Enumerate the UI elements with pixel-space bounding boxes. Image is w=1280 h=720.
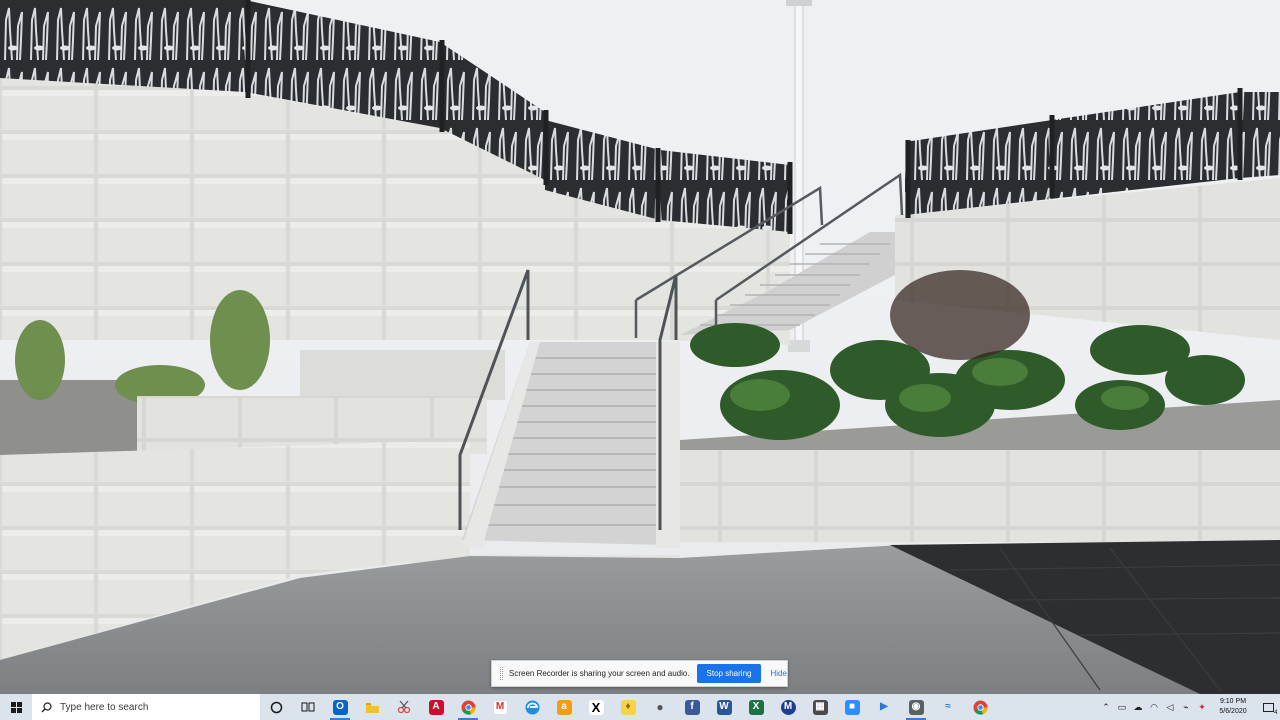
windows-taskbar: O A M a X ♦ ● f W X M ▦ ■ ▶ ◉ ≈ ⌃ ▭ ☁ ◠ … [0,694,1280,720]
taskbar-search[interactable] [32,694,260,720]
facebook-icon[interactable]: f [676,694,708,720]
acrobat-icon[interactable]: A [420,694,452,720]
search-icon [41,701,52,712]
x-icon[interactable]: X [580,694,612,720]
outlook-icon[interactable]: O [324,694,356,720]
chrome-icon[interactable] [964,694,996,720]
file-explorer-icon[interactable] [356,694,388,720]
chevron-up-icon[interactable]: ⌃ [1098,702,1114,713]
taskbar-clock[interactable]: 9:10 PM 5/6/2020 [1210,697,1256,717]
start-button[interactable] [0,694,32,720]
search-input[interactable] [60,701,250,713]
wifi-icon[interactable]: ◠ [1146,702,1162,713]
gmail-icon[interactable]: M [484,694,516,720]
volume-icon[interactable]: ◁ [1162,702,1178,713]
zoom-icon[interactable]: ■ [836,694,868,720]
notification-icon: 4 [1262,702,1278,716]
app-icon[interactable]: ▶ [868,694,900,720]
word-icon[interactable]: W [708,694,740,720]
system-tray: ⌃ ▭ ☁ ◠ ◁ ⌁ ✦ 9:10 PM 5/6/2020 4 [1098,694,1280,720]
apple-icon[interactable]: ● [644,694,676,720]
clock-time: 9:10 PM [1219,698,1247,705]
windows-logo-icon [10,701,22,713]
chrome-icon[interactable] [452,694,484,720]
excel-icon[interactable]: X [740,694,772,720]
app-icon[interactable]: ≈ [932,694,964,720]
share-status-message: Screen Recorder is sharing your screen a… [509,669,690,678]
cortana-icon[interactable] [260,694,292,720]
edge-icon[interactable] [516,694,548,720]
screen-share-banner: Screen Recorder is sharing your screen a… [491,660,788,687]
notification-count: 4 [1274,709,1278,716]
network-icon[interactable]: ▭ [1114,702,1130,713]
power-icon[interactable]: ⌁ [1178,702,1194,713]
malwarebytes-icon[interactable]: M [772,694,804,720]
task-view-icon[interactable] [292,694,324,720]
shield-icon[interactable]: ✦ [1194,702,1210,713]
onedrive-icon[interactable]: ☁ [1130,702,1146,713]
video-frame-staircase [0,0,1280,694]
action-center-button[interactable]: 4 [1256,702,1280,716]
amazon-icon[interactable]: a [548,694,580,720]
sticky-notes-icon[interactable]: ♦ [612,694,644,720]
drag-handle-icon[interactable] [500,667,503,680]
calculator-icon[interactable]: ▦ [804,694,836,720]
hide-banner-link[interactable]: Hide [770,669,786,678]
stop-sharing-button[interactable]: Stop sharing [696,664,762,683]
staircase-photo [0,0,1280,694]
screen-recorder-icon[interactable]: ◉ [900,694,932,720]
clock-date: 5/6/2020 [1219,708,1247,715]
snipping-tool-icon[interactable] [388,694,420,720]
